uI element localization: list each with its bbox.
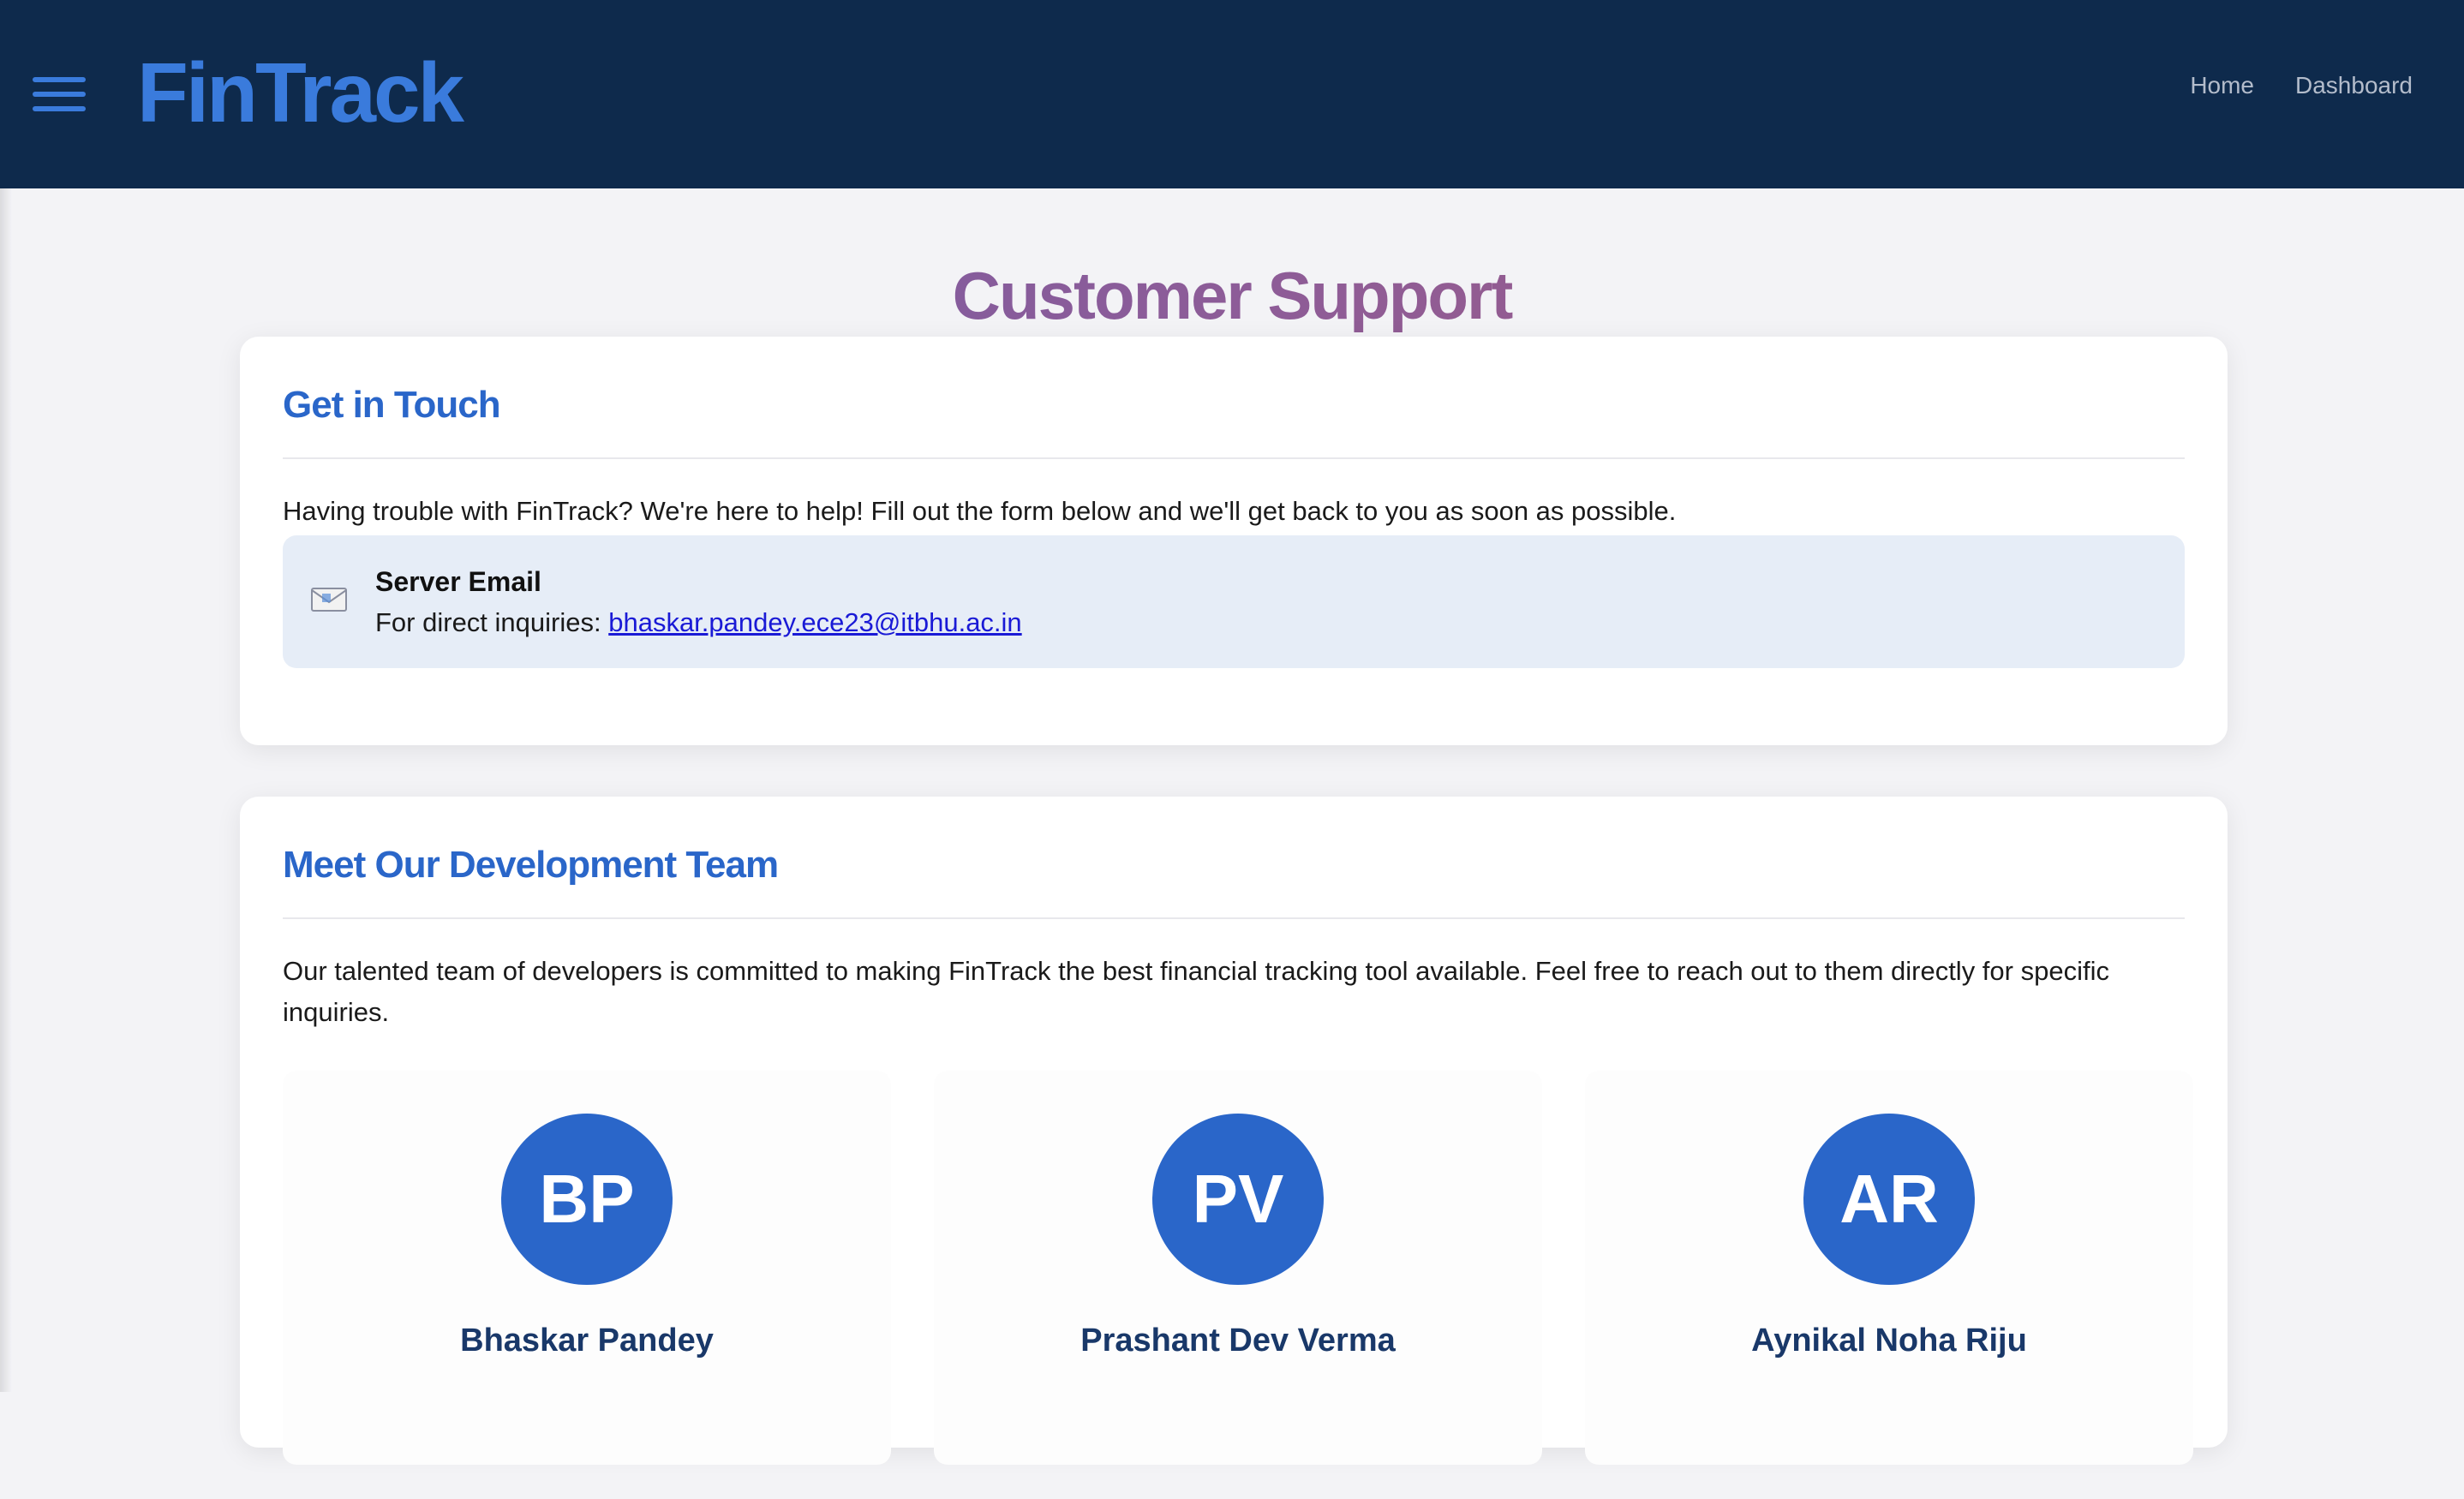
- email-prefix: For direct inquiries:: [375, 607, 609, 637]
- avatar: PV: [1152, 1114, 1324, 1285]
- server-email-title: Server Email: [375, 566, 541, 597]
- nav-link-home[interactable]: Home: [2190, 72, 2254, 99]
- avatar: AR: [1803, 1114, 1975, 1285]
- development-team-card: Meet Our Development Team Our talented t…: [240, 797, 2228, 1465]
- divider: [283, 457, 2185, 459]
- member-name: Prashant Dev Verma: [1080, 1323, 1396, 1359]
- server-email-line: For direct inquiries: bhaskar.pandey.ece…: [375, 604, 1022, 642]
- team-grid: BP Bhaskar Pandey PV Prashant Dev Verma …: [283, 1071, 2193, 1499]
- nav-link-dashboard[interactable]: Dashboard: [2295, 72, 2413, 99]
- team-heading: Meet Our Development Team: [283, 844, 779, 886]
- get-in-touch-card: Get in Touch Having trouble with FinTrac…: [240, 337, 2228, 745]
- team-member-card: BP Bhaskar Pandey: [283, 1071, 891, 1465]
- server-email-link[interactable]: bhaskar.pandey.ece23@itbhu.ac.in: [608, 607, 1021, 637]
- top-navbar: FinTrack Home Dashboard: [0, 0, 2464, 188]
- team-description: Our talented team of developers is commi…: [283, 956, 2109, 1027]
- member-name: Bhaskar Pandey: [460, 1323, 714, 1359]
- support-description: Having trouble with FinTrack? We're here…: [283, 496, 1677, 526]
- member-name: Aynikal Noha Riju: [1751, 1323, 2027, 1359]
- menu-bar: [33, 77, 86, 82]
- menu-bar: [33, 92, 86, 97]
- team-member-card: PV Prashant Dev Verma: [934, 1071, 1542, 1465]
- nav-links: Home Dashboard: [2190, 72, 2413, 99]
- avatar: BP: [501, 1114, 673, 1285]
- get-in-touch-heading: Get in Touch: [283, 384, 501, 426]
- page-edge-shadow: [0, 0, 12, 1392]
- menu-toggle-icon[interactable]: [33, 74, 87, 115]
- divider: [283, 917, 2185, 919]
- team-member-card: AR Aynikal Noha Riju: [1585, 1071, 2193, 1465]
- menu-bar: [33, 106, 86, 111]
- brand-logo[interactable]: FinTrack: [137, 41, 464, 144]
- envelope-icon: [311, 588, 347, 612]
- page-title: Customer Support: [0, 248, 2464, 343]
- server-email-box: Server Email For direct inquiries: bhask…: [283, 535, 2185, 668]
